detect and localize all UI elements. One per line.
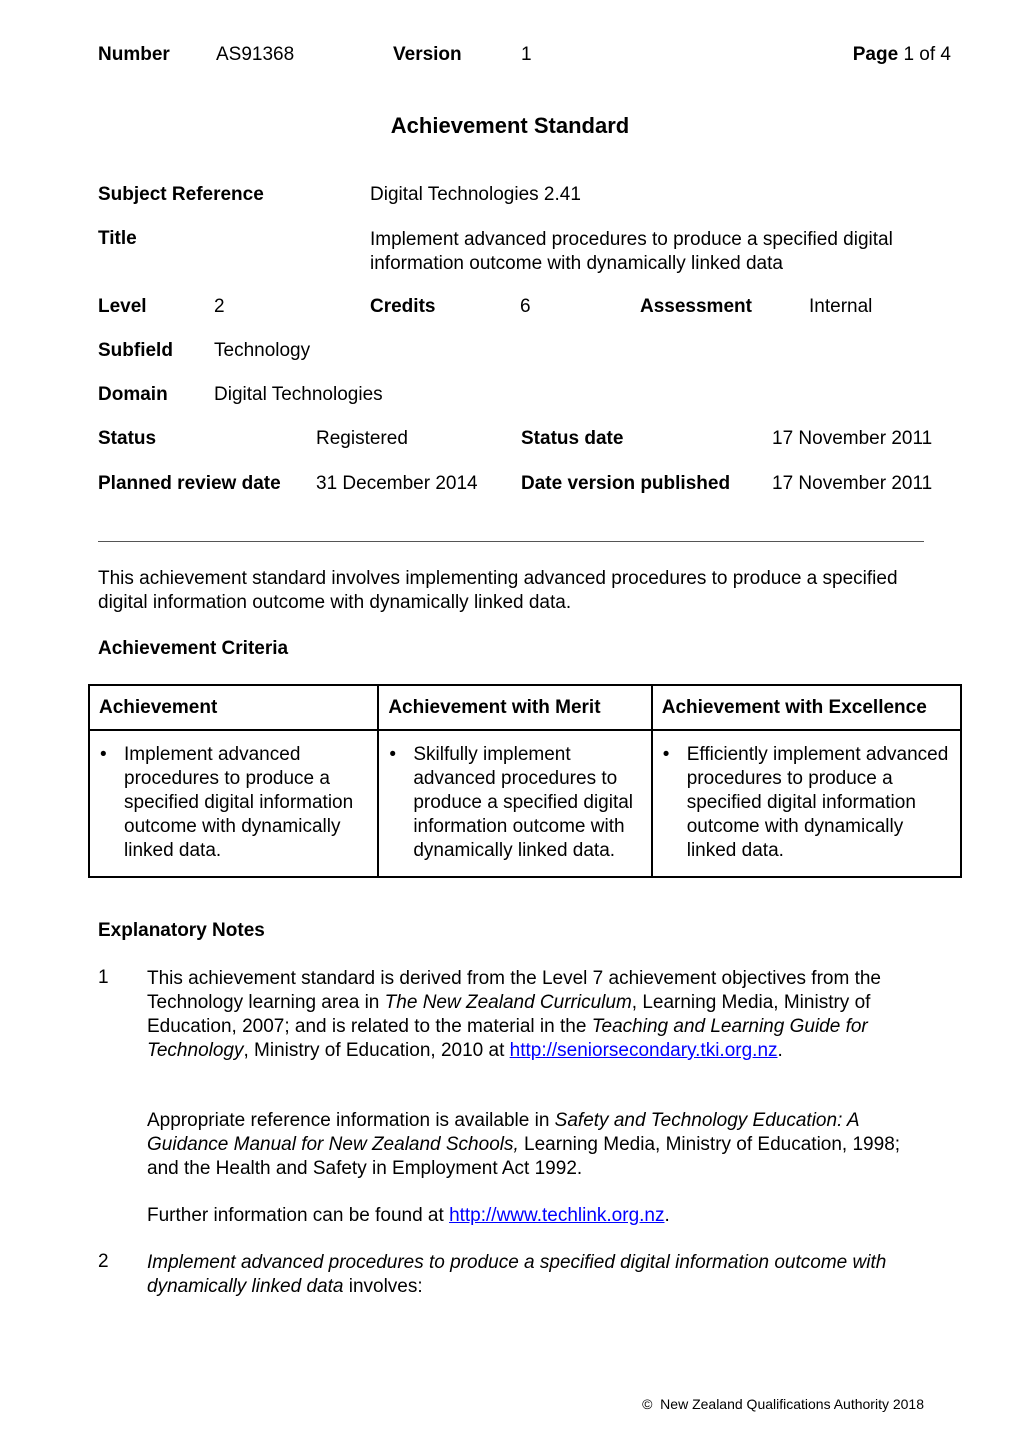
bullet-icon: • <box>662 744 670 765</box>
footer-text: New Zealand Qualifications Authority 201… <box>660 1396 924 1412</box>
column-header: Achievement with Excellence <box>650 684 963 731</box>
criteria-text: Implement advanced procedures to produce… <box>124 744 354 861</box>
status-label: Status <box>98 428 157 449</box>
criteria-text: Skilfully implement advanced procedures … <box>413 744 634 861</box>
title-value: Implement advanced procedures to produce… <box>370 229 893 274</box>
page-label: Page <box>852 44 899 65</box>
notes-heading: Explanatory Notes <box>98 920 265 941</box>
number-label: Number <box>98 44 170 65</box>
page-value: 1 of 4 <box>903 44 951 65</box>
footer: © New Zealand Qualifications Authority 2… <box>642 1396 924 1412</box>
domain-label: Domain <box>98 384 168 405</box>
note-number: 2 <box>98 1251 109 1272</box>
criteria-cell: • Efficiently implement advanced procedur… <box>650 729 963 878</box>
credits-label: Credits <box>370 296 436 317</box>
page-title: Achievement Standard <box>390 113 630 138</box>
domain-value: Digital Technologies <box>214 384 383 405</box>
publication-title: The New Zealand Curriculum <box>384 992 632 1013</box>
note-1-paragraph-2: Appropriate reference information is ava… <box>147 1109 927 1181</box>
status-value: Registered <box>316 428 408 449</box>
subject-reference-label: Subject Reference <box>98 184 264 205</box>
bullet-icon: • <box>389 744 396 765</box>
credits-value: 6 <box>520 296 531 317</box>
tki-link[interactable]: http://seniorsecondary.tki.org.nz <box>510 1040 778 1061</box>
copyright-icon: © <box>642 1396 653 1412</box>
text: involves: <box>343 1276 423 1297</box>
level-label: Level <box>98 296 147 317</box>
divider <box>98 541 924 542</box>
level-value: 2 <box>214 296 225 317</box>
text: . <box>777 1040 783 1061</box>
note-1-paragraph-1: This achievement standard is derived fro… <box>147 967 917 1063</box>
text: Further information can be found at <box>147 1205 450 1226</box>
planned-review-label: Planned review date <box>98 473 281 494</box>
column-header: Achievement <box>87 684 380 731</box>
planned-review-value: 31 December 2014 <box>316 473 478 494</box>
version-value: 1 <box>521 44 532 65</box>
techlink-link[interactable]: http://www.techlink.org.nz <box>449 1205 664 1226</box>
assessment-label: Assessment <box>640 296 752 317</box>
text: , Ministry of Education, 2010 at <box>243 1040 510 1061</box>
date-published-label: Date version published <box>521 473 731 494</box>
criteria-cell: • Skilfully implement advanced procedures… <box>377 729 653 878</box>
intro-paragraph: This achievement standard involves imple… <box>98 568 898 613</box>
status-date-label: Status date <box>521 428 624 449</box>
criteria-text: Efficiently implement advanced procedure… <box>686 744 949 861</box>
title-label: Title <box>98 228 137 249</box>
criteria-heading: Achievement Criteria <box>98 638 289 659</box>
subject-reference-value: Digital Technologies 2.41 <box>370 184 581 205</box>
version-label: Version <box>393 44 462 65</box>
criteria-table: Achievement Achievement with Merit Achie… <box>87 684 963 878</box>
text: Appropriate reference information is ava… <box>147 1110 555 1131</box>
page-indicator: Page 1 of 4 <box>853 44 951 66</box>
note-1-paragraph-3: Further information can be found at http… <box>147 1204 670 1228</box>
column-header: Achievement with Merit <box>377 684 653 731</box>
date-published-value: 17 November 2011 <box>772 473 933 494</box>
subfield-label: Subfield <box>98 340 173 361</box>
text: . <box>664 1205 670 1226</box>
note-2-paragraph: Implement advanced procedures to produce… <box>147 1251 917 1299</box>
subfield-value: Technology <box>214 340 311 361</box>
criteria-row: • Implement advanced procedures to produc… <box>87 729 963 878</box>
note-number: 1 <box>98 967 109 988</box>
bullet-icon: • <box>100 744 107 765</box>
status-date-value: 17 November 2011 <box>772 428 933 449</box>
criteria-cell: • Implement advanced procedures to produc… <box>87 729 380 878</box>
number-value: AS91368 <box>216 44 295 65</box>
criteria-header-row: Achievement Achievement with Merit Achie… <box>87 684 963 731</box>
assessment-value: Internal <box>809 296 873 317</box>
text: Implement advanced procedures to produce… <box>147 1252 887 1297</box>
